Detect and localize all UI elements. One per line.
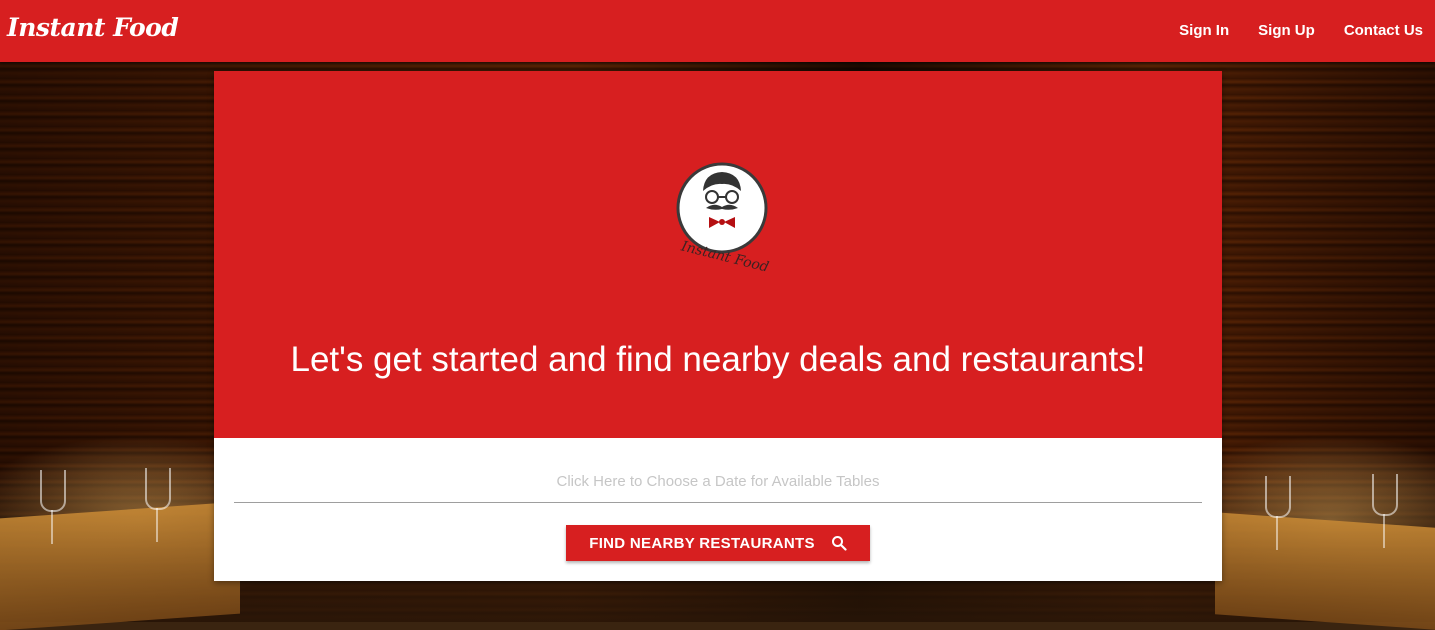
hero-headline: Let's get started and find nearby deals … (290, 340, 1146, 379)
nav-contact-us[interactable]: Contact Us (1344, 19, 1423, 43)
hero-banner: Instant Food Let's get started and find … (214, 71, 1222, 438)
background-table-left (0, 501, 240, 630)
search-card: Instant Food Let's get started and find … (214, 71, 1222, 581)
search-icon (831, 536, 847, 551)
nav-sign-up[interactable]: Sign Up (1258, 19, 1315, 43)
background-glass (40, 470, 66, 544)
background-glass (1265, 476, 1291, 550)
find-nearby-restaurants-button[interactable]: FIND NEARBY RESTAURANTS (566, 525, 870, 561)
background-glass (145, 468, 171, 542)
date-picker-input[interactable] (234, 461, 1202, 503)
brand-logo-text[interactable]: Instant Food (7, 12, 179, 44)
instant-food-mascot-logo: Instant Food (676, 162, 770, 275)
nav-sign-in[interactable]: Sign In (1179, 19, 1229, 43)
top-app-bar: Instant Food Sign In Sign Up Contact Us (0, 0, 1435, 62)
find-button-label: FIND NEARBY RESTAURANTS (589, 534, 815, 552)
background-glass (1372, 474, 1398, 548)
background-table-right (1215, 512, 1435, 630)
top-nav: Sign In Sign Up Contact Us (1150, 19, 1423, 43)
